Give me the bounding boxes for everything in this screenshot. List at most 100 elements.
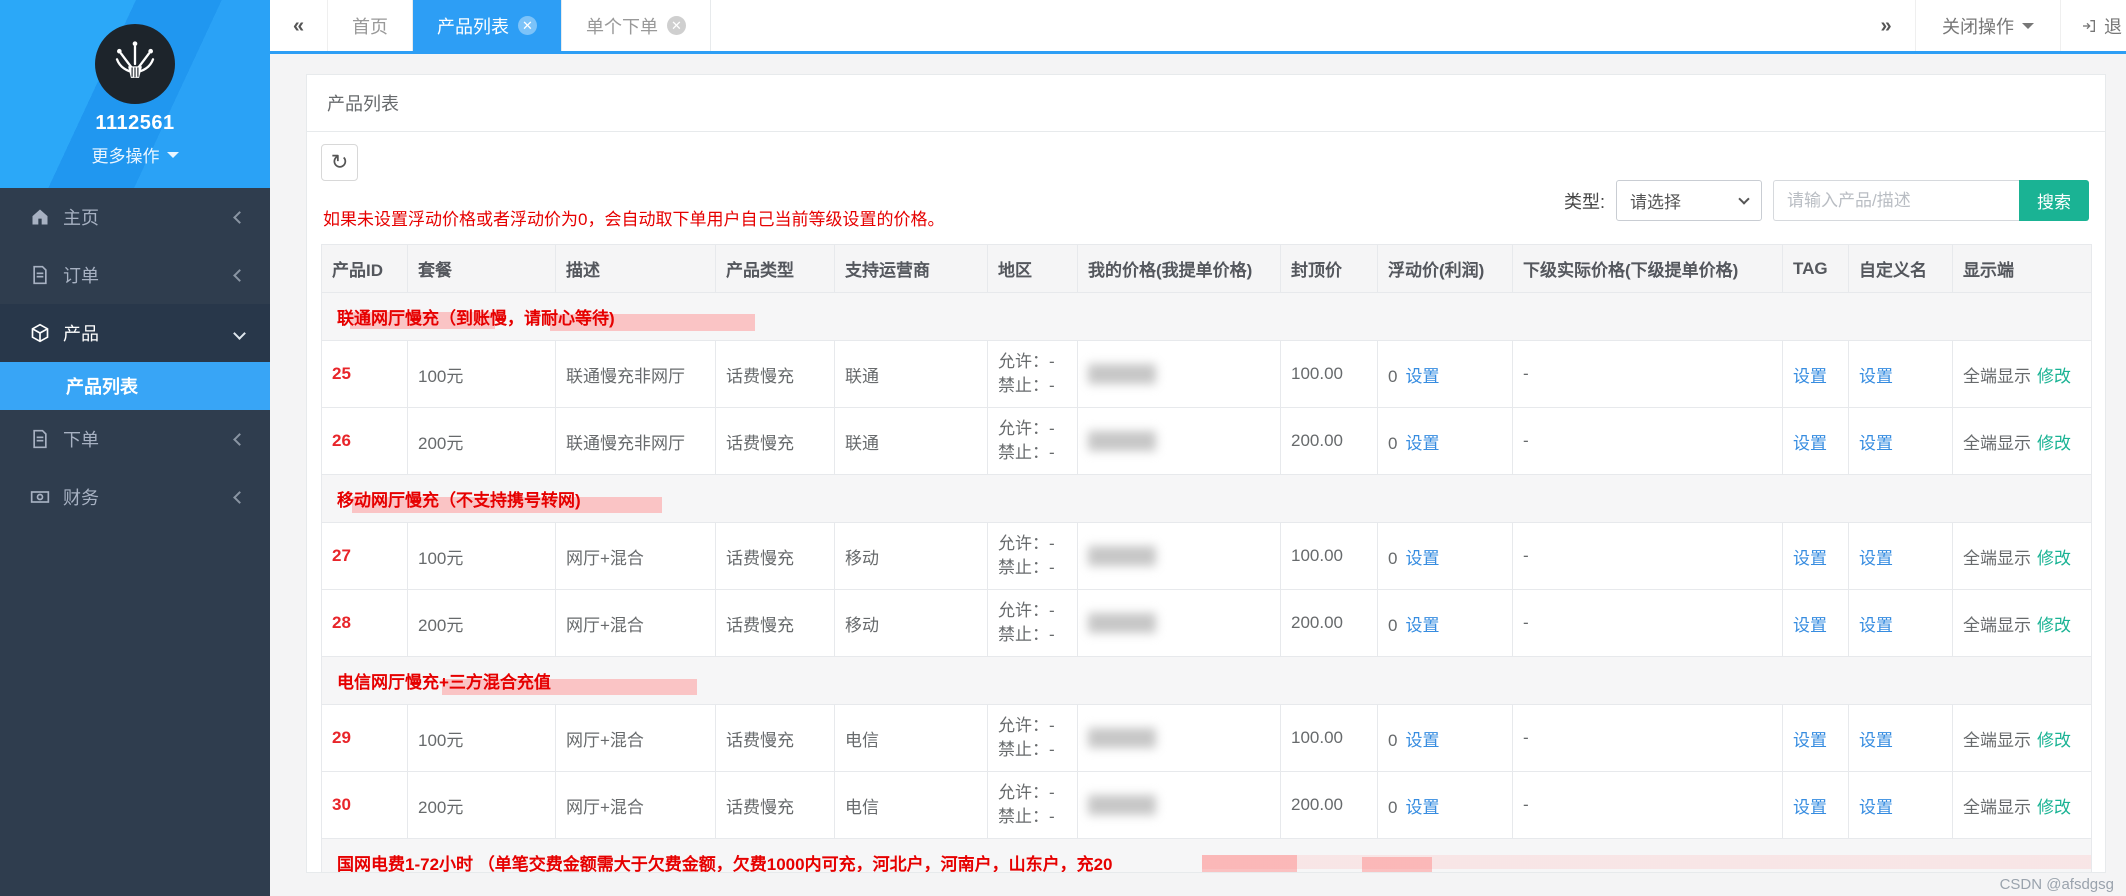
display-edit-link[interactable]: 修改 xyxy=(2037,367,2071,386)
group-row: 国网电费1-72小时 （单笔交费金额需大于欠费金额，欠费1000内可充，河北户，… xyxy=(321,838,2092,872)
product-type-cell: 话费慢充 xyxy=(715,407,835,475)
display-edit-link[interactable]: 修改 xyxy=(2037,549,2071,568)
product-type-cell: 话费慢充 xyxy=(715,522,835,590)
money-icon xyxy=(30,491,50,503)
region-deny: 禁止：- xyxy=(998,740,1055,759)
sidebar-item-finance[interactable]: 财务 xyxy=(0,468,270,526)
display-edit-link[interactable]: 修改 xyxy=(2037,731,2071,750)
close-icon[interactable]: ✕ xyxy=(667,16,686,35)
region-deny: 禁止：- xyxy=(998,807,1055,826)
collapse-tabs-button[interactable]: « xyxy=(270,0,328,51)
carrier-cell: 移动 xyxy=(834,522,988,590)
my-price-cell xyxy=(1077,522,1281,590)
more-actions-dropdown[interactable]: 更多操作 xyxy=(92,142,179,167)
custom-name-set-link[interactable]: 设置 xyxy=(1859,798,1893,817)
tab-single-order[interactable]: 单个下单 ✕ xyxy=(562,0,711,51)
tag-set-link[interactable]: 设置 xyxy=(1793,434,1827,453)
float-price-set-link[interactable]: 设置 xyxy=(1405,367,1439,386)
region-allow: 允许：- xyxy=(998,601,1055,620)
custom-name-set-link[interactable]: 设置 xyxy=(1859,616,1893,635)
product-type-cell: 话费慢充 xyxy=(715,704,835,772)
tag-set-link[interactable]: 设置 xyxy=(1793,367,1827,386)
float-price-value: 0 xyxy=(1388,797,1398,817)
custom-name-cell: 设置 xyxy=(1848,407,1953,475)
type-select[interactable]: 请选择 xyxy=(1616,180,1762,221)
custom-name-set-link[interactable]: 设置 xyxy=(1859,731,1893,750)
box-icon xyxy=(31,323,49,343)
custom-name-set-link[interactable]: 设置 xyxy=(1859,367,1893,386)
display-edit-link[interactable]: 修改 xyxy=(2037,434,2071,453)
panel-body: ↻ 类型: 请选择 搜索 如果未设置浮动价格或者浮动价为0，会自动 xyxy=(307,132,2105,872)
region-deny: 禁止：- xyxy=(998,376,1055,395)
region-deny: 禁止：- xyxy=(998,443,1055,462)
carrier-cell: 联通 xyxy=(834,407,988,475)
sub-price-cell: - xyxy=(1512,771,1783,839)
main-area: « 首页 产品列表 ✕ 单个下单 ✕ » 关闭操作 退 产品列表 ↻ 类型: 请… xyxy=(270,0,2126,896)
chevron-down-icon xyxy=(233,326,246,340)
col-header: 产品类型 xyxy=(715,244,835,293)
crown-icon xyxy=(115,41,155,78)
forward-tabs-button[interactable]: » xyxy=(1857,0,1915,51)
redacted-price-block xyxy=(1088,431,1156,452)
refresh-button[interactable]: ↻ xyxy=(321,144,358,181)
tab-product-list[interactable]: 产品列表 ✕ xyxy=(413,0,562,51)
search-input[interactable] xyxy=(1773,180,2019,221)
sub-price-cell: - xyxy=(1512,589,1783,657)
tag-set-link[interactable]: 设置 xyxy=(1793,616,1827,635)
float-price-set-link[interactable]: 设置 xyxy=(1405,616,1439,635)
col-header: 描述 xyxy=(555,244,716,293)
region-cell: 允许：- 禁止：- xyxy=(987,771,1078,839)
group-row-label: 联通网厅慢充（到账慢，请耐心等待) xyxy=(321,292,2092,341)
close-operations-dropdown[interactable]: 关闭操作 xyxy=(1915,0,2060,51)
region-deny: 禁止：- xyxy=(998,558,1055,577)
carrier-cell: 移动 xyxy=(834,589,988,657)
sidebar-subitem-product-list[interactable]: 产品列表 xyxy=(0,362,270,410)
tag-set-link[interactable]: 设置 xyxy=(1793,731,1827,750)
logout-button[interactable]: 退 xyxy=(2060,0,2126,51)
tab-label: 单个下单 xyxy=(586,16,658,37)
redacted-price-block xyxy=(1088,364,1156,385)
sidebar-item-orders[interactable]: 订单 xyxy=(0,246,270,304)
float-price-set-link[interactable]: 设置 xyxy=(1405,798,1439,817)
sidebar-item-home[interactable]: 主页 xyxy=(0,188,270,246)
sidebar-item-place-order[interactable]: 下单 xyxy=(0,410,270,468)
float-price-cell: 0 设置 xyxy=(1377,407,1513,475)
group-row: 电信网厅慢充+三方混合充值 xyxy=(321,656,2092,705)
float-price-value: 0 xyxy=(1388,433,1398,453)
tab-label: 首页 xyxy=(352,16,388,37)
float-price-set-link[interactable]: 设置 xyxy=(1405,434,1439,453)
type-select-value: 请选择 xyxy=(1630,193,1681,212)
sidebar-item-label: 订单 xyxy=(63,266,99,286)
region-allow: 允许：- xyxy=(998,716,1055,735)
sub-price-cell: - xyxy=(1512,340,1783,408)
float-price-set-link[interactable]: 设置 xyxy=(1405,549,1439,568)
tag-set-link[interactable]: 设置 xyxy=(1793,549,1827,568)
description-cell: 网厅+混合 xyxy=(555,589,716,657)
refresh-icon: ↻ xyxy=(330,151,349,174)
description-cell: 联通慢充非网厅 xyxy=(555,340,716,408)
group-row: 移动网厅慢充（不支持携号转网) xyxy=(321,474,2092,523)
close-icon[interactable]: ✕ xyxy=(518,16,537,35)
float-price-value: 0 xyxy=(1388,366,1398,386)
chevron-down-icon xyxy=(1738,193,1750,205)
float-price-cell: 0 设置 xyxy=(1377,771,1513,839)
search-button[interactable]: 搜索 xyxy=(2019,180,2089,221)
display-edit-link[interactable]: 修改 xyxy=(2037,798,2071,817)
region-cell: 允许：- 禁止：- xyxy=(987,589,1078,657)
region-deny: 禁止：- xyxy=(998,625,1055,644)
cap-price-cell: 100.00 xyxy=(1280,704,1378,772)
custom-name-set-link[interactable]: 设置 xyxy=(1859,434,1893,453)
type-filter-label: 类型: xyxy=(1563,191,1605,212)
tag-cell: 设置 xyxy=(1782,407,1849,475)
user-id: 1112561 xyxy=(95,112,175,134)
sidebar-header: 1112561 更多操作 xyxy=(0,0,270,188)
tag-set-link[interactable]: 设置 xyxy=(1793,798,1827,817)
display-edit-link[interactable]: 修改 xyxy=(2037,616,2071,635)
app-root: 1112561 更多操作 主页 订单 产品 产品列表 下单 财务 « 首页 产品… xyxy=(0,0,2126,896)
sidebar-item-products[interactable]: 产品 xyxy=(0,304,270,362)
tab-home[interactable]: 首页 xyxy=(328,0,413,51)
double-chevron-left-icon: « xyxy=(292,14,305,37)
float-price-set-link[interactable]: 设置 xyxy=(1405,731,1439,750)
home-icon xyxy=(32,209,48,225)
custom-name-set-link[interactable]: 设置 xyxy=(1859,549,1893,568)
